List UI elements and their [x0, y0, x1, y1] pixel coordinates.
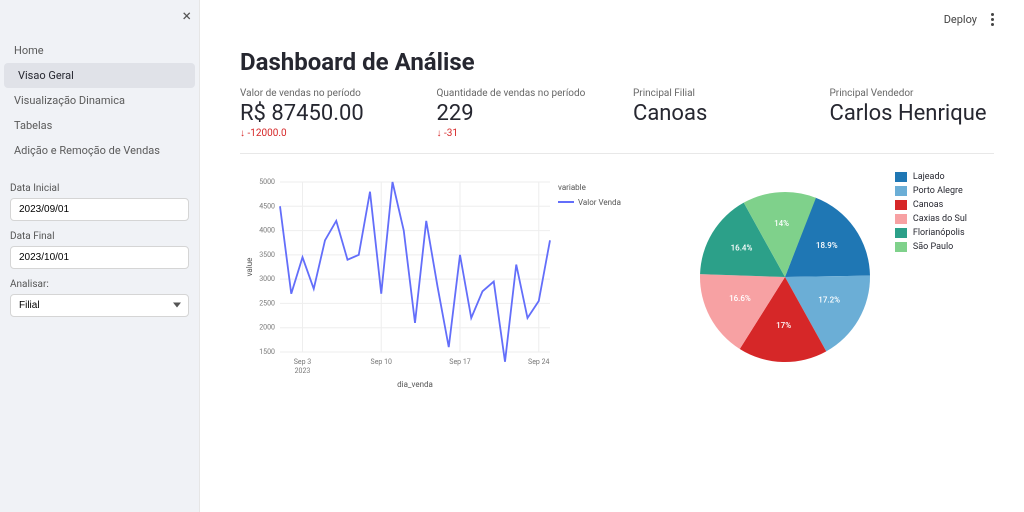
legend-swatch	[895, 172, 907, 182]
metric-valor-vendas: Valor de vendas no período R$ 87450.00 ↓…	[240, 88, 405, 139]
metric-label: Principal Filial	[633, 88, 798, 99]
metric-label: Quantidade de vendas no período	[437, 88, 602, 99]
metric-vendedor: Principal Vendedor Carlos Henrique	[830, 88, 995, 139]
metric-quantidade: Quantidade de vendas no período 229 ↓ -3…	[437, 88, 602, 139]
sidebar-form: Data Inicial Data Final Analisar: Filial	[0, 173, 199, 327]
svg-text:5000: 5000	[259, 178, 275, 186]
svg-text:2000: 2000	[259, 324, 275, 332]
svg-text:2500: 2500	[259, 299, 275, 307]
legend-swatch	[895, 242, 907, 252]
topbar: Deploy	[240, 10, 994, 28]
metric-delta: ↓ -12000.0	[240, 128, 405, 139]
data-inicial-input[interactable]	[10, 198, 189, 221]
pie-chart-svg: 18.9% 17.2% 17% 16.6% 16.4% 14%	[675, 172, 895, 392]
sidebar-item-home[interactable]: Home	[0, 38, 199, 63]
legend-label: Florianópolis	[913, 228, 965, 238]
deploy-button[interactable]: Deploy	[944, 13, 977, 26]
svg-text:Sep 17: Sep 17	[449, 358, 470, 366]
pie-legend-item[interactable]: Lajeado	[895, 172, 967, 182]
svg-text:16.6%: 16.6%	[729, 294, 751, 303]
svg-text:Sep 24: Sep 24	[528, 358, 549, 366]
charts-row: 1500 2000 2500 3000 3500 4000 4500 5000 Sep 3202…	[240, 172, 994, 396]
pie-legend-item[interactable]: Canoas	[895, 200, 967, 210]
main-content: Deploy Dashboard de Análise Valor de ven…	[200, 0, 1024, 512]
metric-filial: Principal Filial Canoas	[633, 88, 798, 139]
legend-label: Canoas	[913, 200, 943, 210]
sidebar: × Home Visao Geral Visualização Dinamica…	[0, 0, 200, 512]
metric-label: Principal Vendedor	[830, 88, 995, 99]
svg-text:14%: 14%	[774, 219, 789, 228]
line-chart: 1500 2000 2500 3000 3500 4000 4500 5000 Sep 3202…	[240, 172, 655, 396]
metric-value: 229	[437, 101, 602, 126]
legend-swatch	[895, 214, 907, 224]
sidebar-item-visao-geral[interactable]: Visao Geral	[4, 63, 195, 88]
metric-delta: ↓ -31	[437, 128, 602, 139]
metric-label: Valor de vendas no período	[240, 88, 405, 99]
sidebar-nav: Home Visao Geral Visualização Dinamica T…	[0, 38, 199, 163]
sidebar-item-visualizacao[interactable]: Visualização Dinamica	[0, 88, 199, 113]
svg-text:value: value	[245, 258, 254, 277]
menu-kebab-icon[interactable]	[991, 13, 994, 26]
sidebar-item-tabelas[interactable]: Tabelas	[0, 113, 199, 138]
legend-label: Porto Alegre	[913, 186, 963, 196]
svg-text:18.9%: 18.9%	[816, 241, 838, 250]
pie-legend-item[interactable]: Florianópolis	[895, 228, 967, 238]
pie-legend-item[interactable]: Porto Alegre	[895, 186, 967, 196]
page-title: Dashboard de Análise	[240, 48, 994, 76]
legend-label: Caxias do Sul	[913, 214, 967, 224]
data-final-label: Data Final	[10, 231, 189, 242]
svg-text:dia_venda: dia_venda	[397, 380, 433, 389]
svg-text:1500: 1500	[259, 348, 275, 356]
metric-value: Carlos Henrique	[830, 101, 995, 126]
data-final-input[interactable]	[10, 246, 189, 269]
data-inicial-label: Data Inicial	[10, 183, 189, 194]
arrow-down-icon: ↓	[240, 128, 245, 139]
svg-text:17.2%: 17.2%	[818, 296, 840, 305]
svg-text:variable: variable	[558, 183, 586, 192]
legend-label: São Paulo	[913, 242, 953, 252]
analisar-select[interactable]: Filial	[10, 294, 189, 317]
svg-text:4500: 4500	[259, 202, 275, 210]
metric-value: Canoas	[633, 101, 798, 126]
svg-text:Sep 3: Sep 3	[294, 358, 312, 366]
svg-text:Sep 10: Sep 10	[371, 358, 392, 366]
line-chart-svg: 1500 2000 2500 3000 3500 4000 4500 5000 Sep 3202…	[240, 172, 630, 392]
legend-label: Lajeado	[913, 172, 945, 182]
svg-text:2023: 2023	[295, 367, 311, 375]
close-sidebar-icon[interactable]: ×	[182, 6, 191, 25]
svg-text:4000: 4000	[259, 227, 275, 235]
metric-value: R$ 87450.00	[240, 101, 405, 126]
pie-legend-item[interactable]: São Paulo	[895, 242, 967, 252]
arrow-down-icon: ↓	[437, 128, 442, 139]
svg-text:Valor Venda: Valor Venda	[578, 198, 621, 207]
pie-chart: 18.9% 17.2% 17% 16.6% 16.4% 14% Lajeado Porto …	[675, 172, 994, 396]
divider	[240, 153, 994, 154]
legend-swatch	[895, 228, 907, 238]
legend-swatch	[895, 186, 907, 196]
legend-swatch	[895, 200, 907, 210]
metrics-row: Valor de vendas no período R$ 87450.00 ↓…	[240, 88, 994, 139]
svg-text:17%: 17%	[776, 321, 791, 330]
svg-text:3000: 3000	[259, 275, 275, 283]
svg-text:3500: 3500	[259, 251, 275, 259]
pie-legend: Lajeado Porto Alegre Canoas Caxias do Sul Fl…	[895, 172, 967, 396]
pie-legend-item[interactable]: Caxias do Sul	[895, 214, 967, 224]
sidebar-item-adicao[interactable]: Adição e Remoção de Vendas	[0, 138, 199, 163]
analisar-label: Analisar:	[10, 279, 189, 290]
svg-text:16.4%: 16.4%	[730, 243, 752, 252]
